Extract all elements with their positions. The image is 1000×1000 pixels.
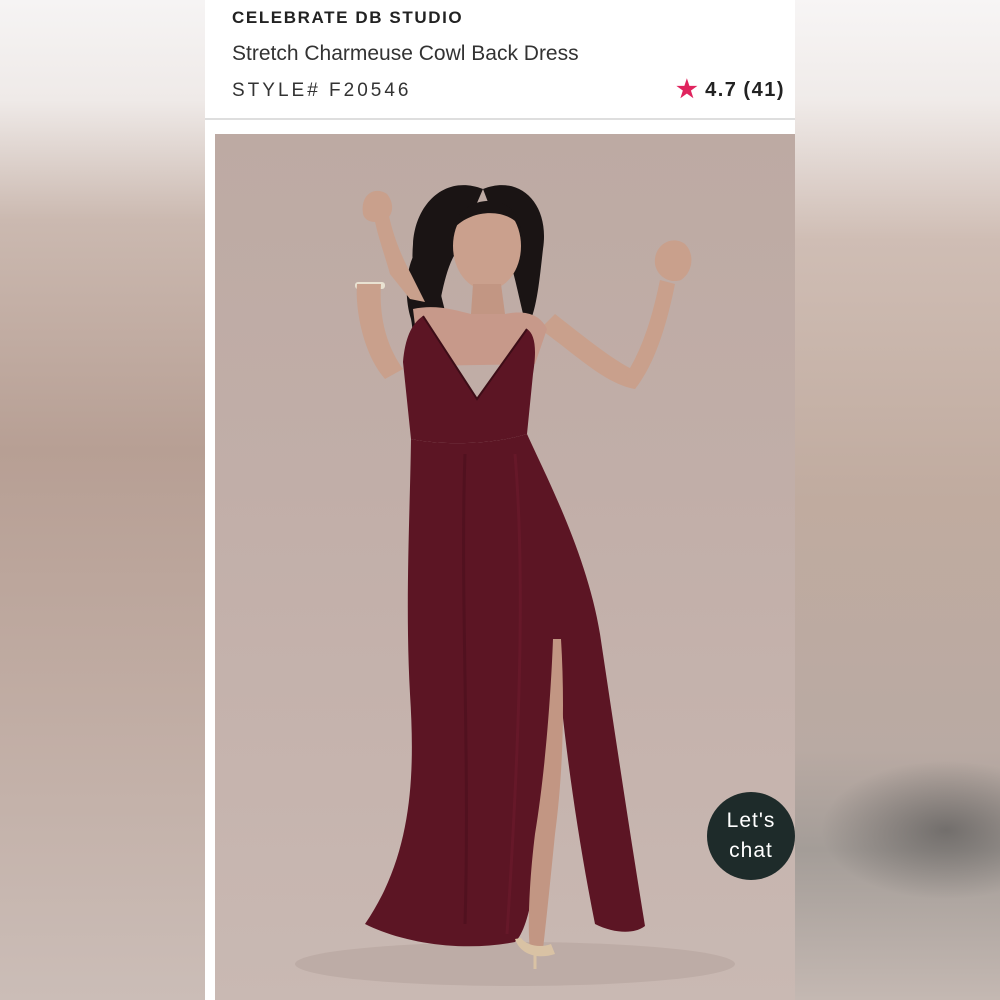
rating-value: 4.7 (705, 78, 738, 101)
background-blur-right (795, 0, 1000, 1000)
product-panel: CELEBRATE DB STUDIO Stretch Charmeuse Co… (205, 0, 795, 1000)
star-icon: ★ (676, 76, 700, 103)
background-shadow (820, 760, 1000, 900)
product-rating[interactable]: ★ 4.7 (41) (676, 78, 785, 102)
chat-label-line1: Let's (726, 809, 776, 832)
style-number: STYLE# F20546 (232, 80, 412, 101)
brand-name[interactable]: CELEBRATE DB STUDIO (232, 8, 463, 28)
product-title: Stretch Charmeuse Cowl Back Dress (232, 42, 579, 65)
model-illustration (295, 185, 735, 986)
header-divider (205, 118, 795, 120)
product-image[interactable] (215, 134, 795, 1000)
chat-label-line2: chat (729, 839, 773, 862)
lets-chat-button[interactable]: Let's chat (707, 792, 795, 880)
review-count: (41) (743, 78, 785, 101)
background-blur-left (0, 0, 205, 1000)
